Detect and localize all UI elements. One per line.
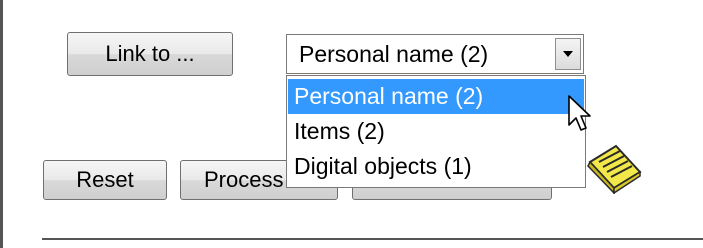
bottom-divider bbox=[42, 238, 703, 240]
process-button-label: Process bbox=[204, 167, 284, 192]
book-icon[interactable] bbox=[584, 142, 644, 194]
link-type-dropdown-list: Personal name (2) Items (2) Digital obje… bbox=[286, 75, 586, 188]
link-type-select-value: Personal name (2) bbox=[299, 41, 489, 67]
left-border bbox=[0, 0, 3, 248]
option-digital-objects[interactable]: Digital objects (1) bbox=[288, 149, 584, 184]
link-to-button-label: Link to ... bbox=[105, 41, 195, 66]
link-type-select[interactable]: Personal name (2) bbox=[286, 34, 584, 74]
dropdown-arrow-button[interactable] bbox=[555, 38, 581, 70]
chevron-down-icon bbox=[563, 51, 573, 57]
mouse-pointer-icon bbox=[568, 95, 591, 131]
option-personal-name[interactable]: Personal name (2) bbox=[288, 79, 584, 114]
option-items[interactable]: Items (2) bbox=[288, 114, 584, 149]
reset-button-label: Reset bbox=[76, 167, 134, 192]
reset-button[interactable]: Reset bbox=[43, 160, 167, 200]
link-to-button[interactable]: Link to ... bbox=[67, 32, 233, 76]
